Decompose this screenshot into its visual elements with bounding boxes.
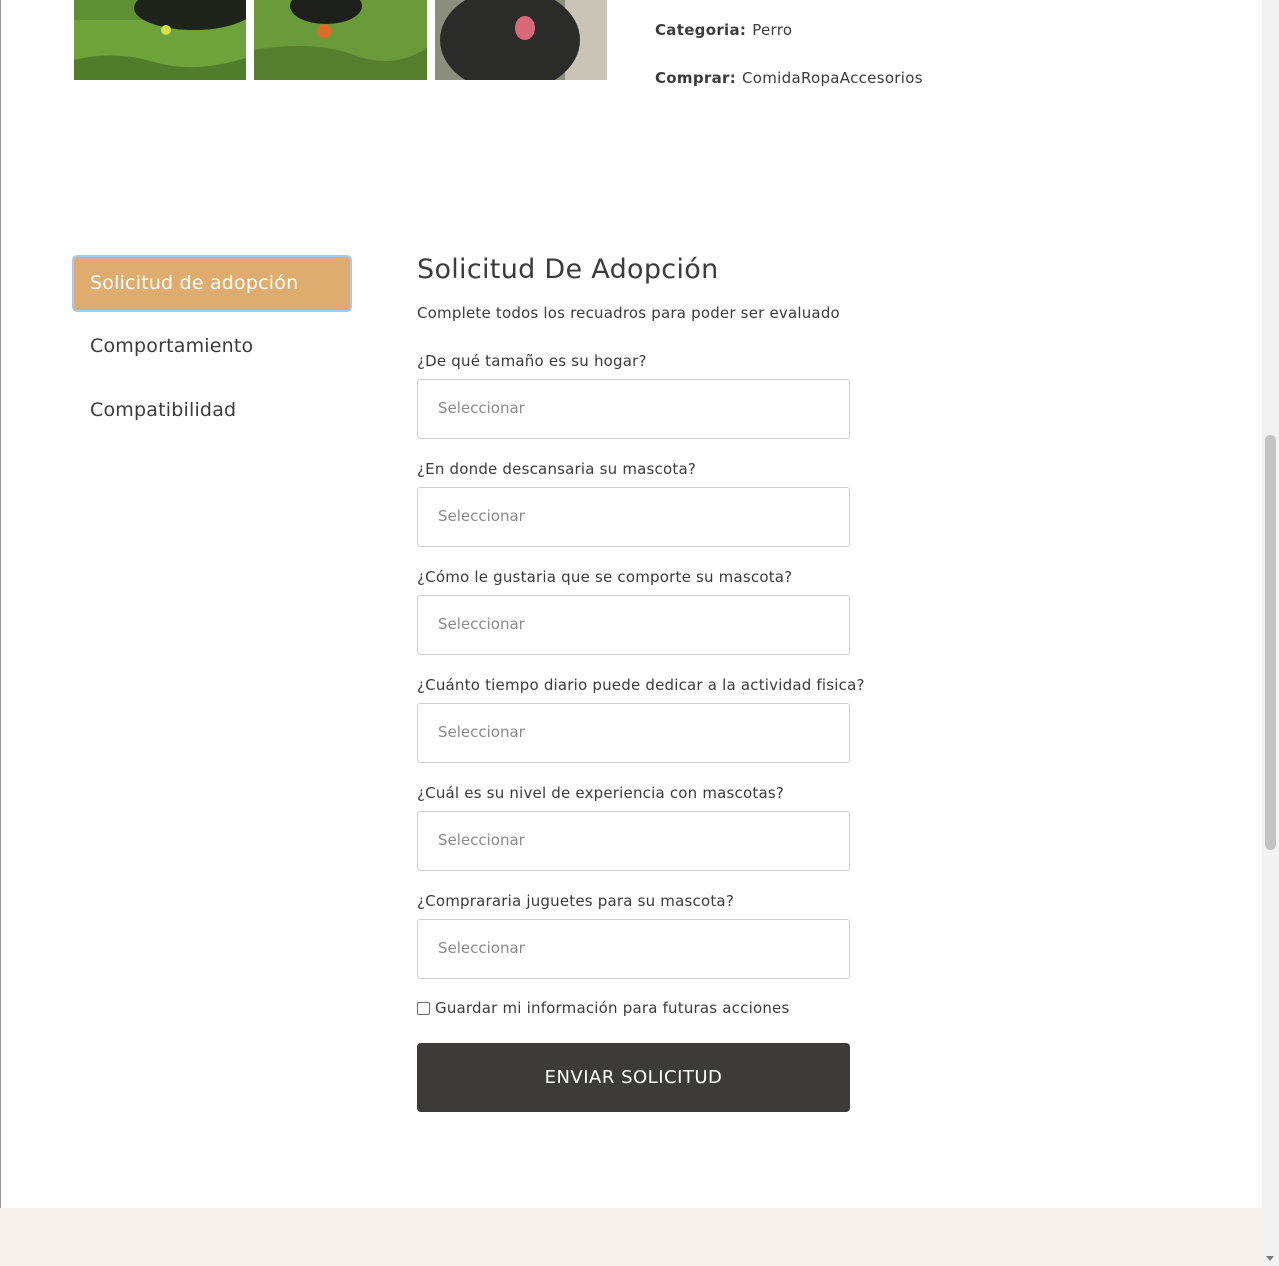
submit-button[interactable]: ENVIAR SOLICITUD	[417, 1043, 850, 1112]
dog-photo-3[interactable]	[435, 0, 607, 80]
save-info-label[interactable]: Guardar mi información para futuras acci…	[435, 999, 789, 1017]
question-label: ¿Cuánto tiempo diario puede dedicar a la…	[417, 676, 865, 694]
dog-photo-3-image	[435, 0, 607, 80]
rest-place-select[interactable]: Seleccionar	[417, 487, 850, 547]
question-label: ¿En donde descansaria su mascota?	[417, 460, 697, 478]
question-label: ¿Cómo le gustaria que se comporte su mas…	[417, 568, 793, 586]
home-size-select[interactable]: Seleccionar	[417, 379, 850, 439]
dog-photo-1[interactable]	[74, 0, 246, 80]
dog-photo-1-image	[74, 0, 246, 80]
category-line: Categoria: Perro	[655, 21, 792, 39]
tab-compatibilidad[interactable]: Compatibilidad	[90, 399, 236, 421]
save-info-row: Guardar mi información para futuras acci…	[417, 999, 789, 1017]
scrollbar-thumb[interactable]	[1265, 435, 1276, 850]
activity-time-select[interactable]: Seleccionar	[417, 703, 850, 763]
form-title: Solicitud De Adopción	[417, 254, 719, 285]
category-key: Categoria:	[655, 21, 747, 39]
category-value[interactable]: Perro	[752, 21, 792, 39]
footer-band	[0, 1208, 1262, 1266]
tab-comportamiento[interactable]: Comportamiento	[90, 335, 253, 357]
dog-photo-2[interactable]	[254, 0, 427, 80]
buy-key: Comprar:	[655, 69, 736, 87]
question-label: ¿Cuál es su nivel de experiencia con mas…	[417, 784, 785, 802]
form-subtitle: Complete todos los recuadros para poder …	[417, 304, 840, 322]
page-left-border	[0, 0, 1, 1266]
question-label: ¿De qué tamaño es su hogar?	[417, 352, 647, 370]
behavior-select[interactable]: Seleccionar	[417, 595, 850, 655]
scroll-down-arrow-icon[interactable]	[1266, 1256, 1274, 1261]
toys-select[interactable]: Seleccionar	[417, 919, 850, 979]
question-label: ¿Comprararia juguetes para su mascota?	[417, 892, 734, 910]
tab-solicitud-adopcion[interactable]: Solicitud de adopción	[72, 255, 352, 312]
save-info-checkbox[interactable]	[417, 1001, 430, 1015]
buy-line: Comprar: ComidaRopaAccesorios	[655, 69, 923, 87]
dog-photo-2-image	[254, 0, 427, 80]
buy-value[interactable]: ComidaRopaAccesorios	[742, 69, 923, 87]
experience-select[interactable]: Seleccionar	[417, 811, 850, 871]
